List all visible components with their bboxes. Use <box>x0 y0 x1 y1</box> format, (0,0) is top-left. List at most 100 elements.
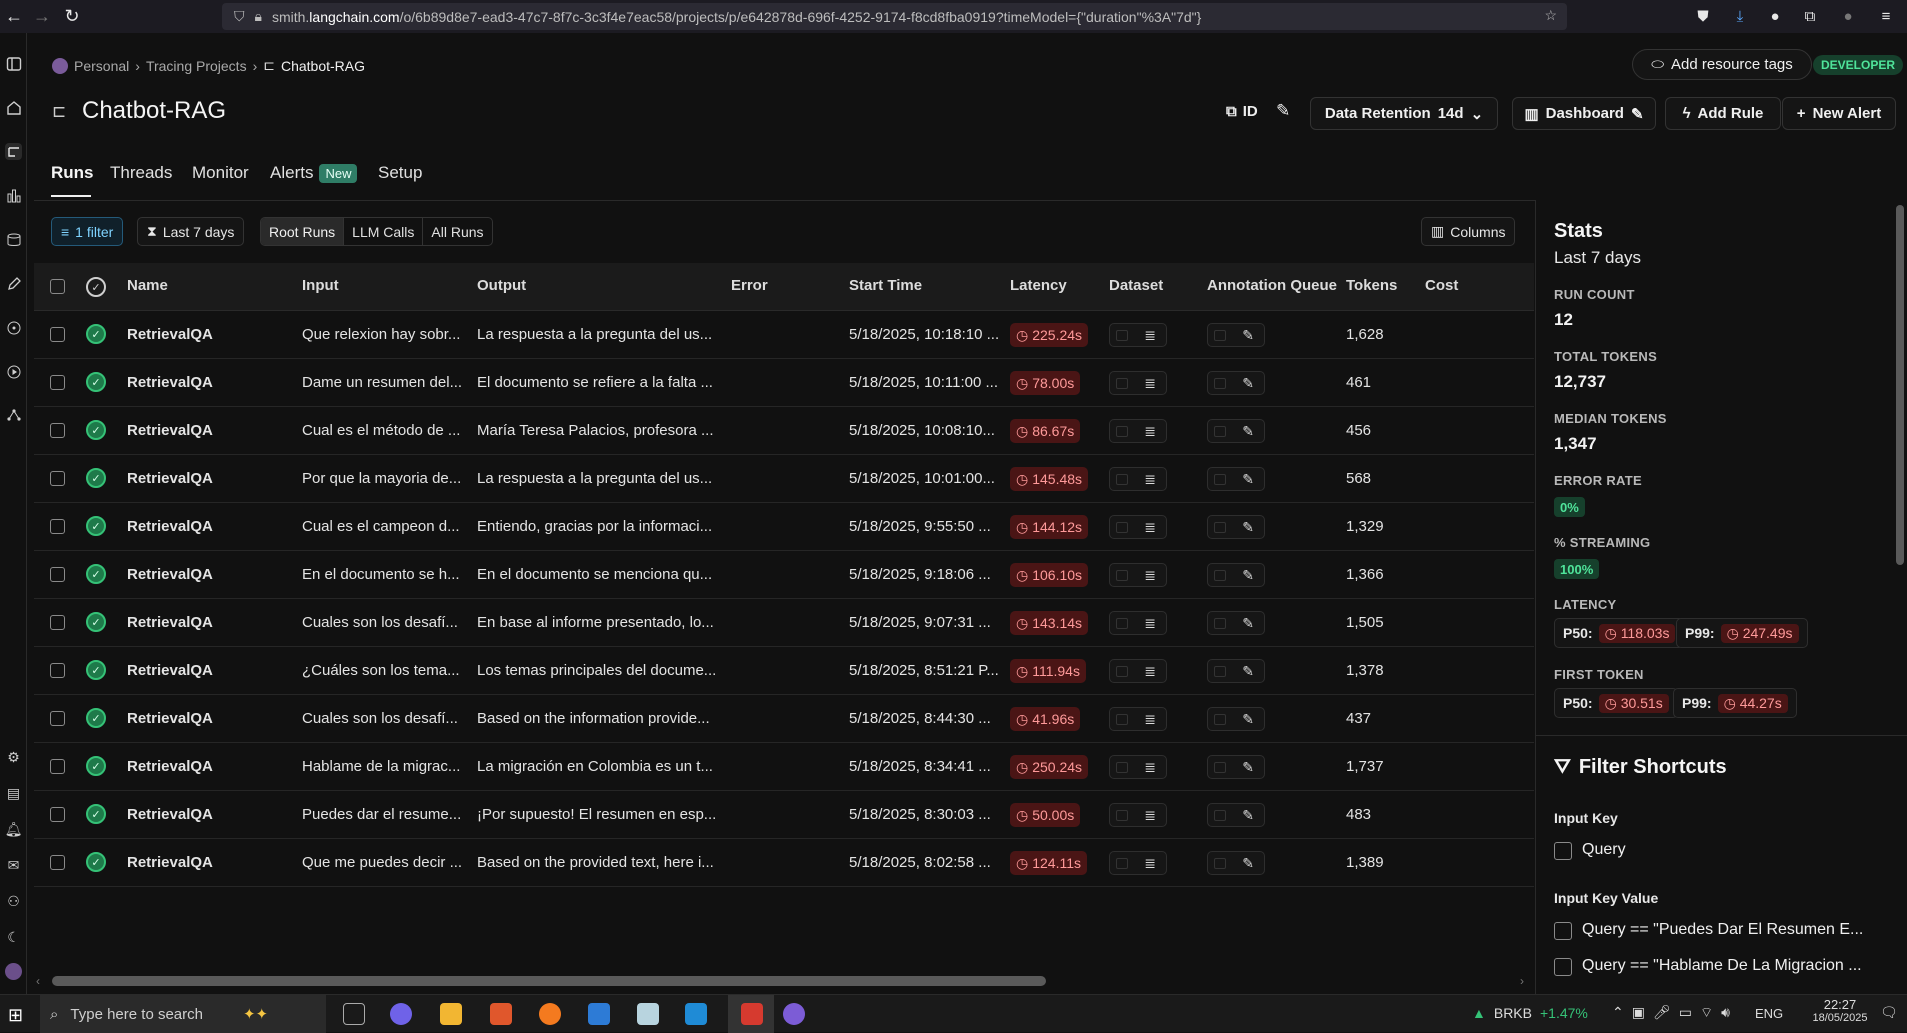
run-input[interactable]: Cuales son los desafí... <box>302 710 458 727</box>
pocket-icon[interactable]: ⛊ <box>1693 6 1713 26</box>
run-output[interactable]: La respuesta a la pregunta del us... <box>477 326 712 343</box>
notifications-icon[interactable]: 🗨︎ <box>1880 1004 1898 1021</box>
table-row[interactable]: ✓ RetrievalQA Dame un resumen del... El … <box>34 359 1534 407</box>
add-to-dataset-button[interactable]: ≣ <box>1109 419 1167 443</box>
header-output[interactable]: Output <box>477 277 526 294</box>
scroll-left-icon[interactable]: ‹ <box>36 974 40 988</box>
header-annotation-queue[interactable]: Annotation Queue <box>1207 277 1337 294</box>
table-row[interactable]: ✓ RetrievalQA Cuales son los desafí... E… <box>34 599 1534 647</box>
run-start-time[interactable]: 5/18/2025, 8:02:58 ... <box>849 854 991 871</box>
add-to-dataset-button[interactable]: ≣ <box>1109 803 1167 827</box>
run-start-time[interactable]: 5/18/2025, 9:18:06 ... <box>849 566 991 583</box>
run-input[interactable]: En el documento se h... <box>302 566 460 583</box>
run-output[interactable]: El documento se refiere a la falta ... <box>477 374 713 391</box>
avatar[interactable] <box>5 963 22 980</box>
run-name[interactable]: RetrievalQA <box>127 758 213 775</box>
home-icon[interactable] <box>5 99 22 116</box>
row-checkbox[interactable] <box>50 663 65 678</box>
add-to-annotation-queue-button[interactable]: ✎ <box>1207 563 1265 587</box>
breadcrumb-personal[interactable]: Personal <box>74 58 129 74</box>
clock[interactable]: 22:27 18/05/2025 <box>1800 997 1880 1024</box>
select-all-checkbox[interactable] <box>50 279 65 294</box>
back-arrow-icon[interactable]: ← <box>0 2 28 30</box>
header-latency[interactable]: Latency <box>1010 277 1067 294</box>
data-retention-dropdown[interactable]: Data Retention 14d ⌄ <box>1310 97 1498 130</box>
vscode-icon[interactable] <box>685 1003 707 1025</box>
run-start-time[interactable]: 5/18/2025, 9:07:31 ... <box>849 614 991 631</box>
table-row[interactable]: ✓ RetrievalQA ¿Cuáles son los tema... Lo… <box>34 647 1534 695</box>
run-start-time[interactable]: 5/18/2025, 8:34:41 ... <box>849 758 991 775</box>
value2-checkbox[interactable] <box>1554 958 1572 976</box>
tab-threads[interactable]: Threads <box>110 163 172 183</box>
add-resource-tags-button[interactable]: ⬭ Add resource tags <box>1632 49 1812 80</box>
scroll-right-icon[interactable]: › <box>1520 974 1524 988</box>
tab-monitor[interactable]: Monitor <box>192 163 249 183</box>
run-name[interactable]: RetrievalQA <box>127 854 213 871</box>
docs-icon[interactable]: ▤ <box>5 785 22 802</box>
extension-2-icon[interactable]: ● <box>1838 6 1858 26</box>
header-error[interactable]: Error <box>731 277 768 294</box>
download-icon[interactable]: ⤓ <box>1730 6 1750 26</box>
run-start-time[interactable]: 5/18/2025, 10:18:10 ... <box>849 326 999 343</box>
add-to-annotation-queue-button[interactable]: ✎ <box>1207 371 1265 395</box>
header-tokens[interactable]: Tokens <box>1346 277 1397 294</box>
run-output[interactable]: En base al informe presentado, lo... <box>477 614 714 631</box>
root-runs-toggle[interactable]: Root Runs <box>261 218 344 245</box>
header-start-time[interactable]: Start Time <box>849 277 922 294</box>
firefox-icon[interactable] <box>539 1003 561 1025</box>
new-alert-button[interactable]: + New Alert <box>1782 97 1896 130</box>
run-input[interactable]: Dame un resumen del... <box>302 374 462 391</box>
extension-1-icon[interactable]: ● <box>1765 6 1785 26</box>
run-input[interactable]: Puedes dar el resume... <box>302 806 461 823</box>
run-input[interactable]: Cuales son los desafí... <box>302 614 458 631</box>
value2-option[interactable]: Query == "Hablame De La Migracion ... <box>1582 957 1862 975</box>
row-checkbox[interactable] <box>50 711 65 726</box>
add-to-annotation-queue-button[interactable]: ✎ <box>1207 419 1265 443</box>
reload-icon[interactable]: ↻ <box>58 2 86 30</box>
time-range-button[interactable]: ⧗ Last 7 days <box>137 217 245 246</box>
discord-icon[interactable] <box>783 1003 805 1025</box>
prompts-icon[interactable] <box>5 319 22 336</box>
add-to-dataset-button[interactable]: ≣ <box>1109 323 1167 347</box>
row-checkbox[interactable] <box>50 327 65 342</box>
run-input[interactable]: Que me puedes decir ... <box>302 854 462 871</box>
language-indicator[interactable]: ENG <box>1755 1006 1783 1021</box>
add-to-annotation-queue-button[interactable]: ✎ <box>1207 803 1265 827</box>
tab-runs[interactable]: Runs <box>51 163 94 183</box>
app-icon[interactable] <box>588 1003 610 1025</box>
header-input[interactable]: Input <box>302 277 339 294</box>
table-row[interactable]: ✓ RetrievalQA Por que la mayoria de... L… <box>34 455 1534 503</box>
file-explorer-icon[interactable] <box>440 1003 462 1025</box>
row-checkbox[interactable] <box>50 615 65 630</box>
run-input[interactable]: Hablame de la migrac... <box>302 758 460 775</box>
run-output[interactable]: Based on the information provide... <box>477 710 710 727</box>
dashboard-button[interactable]: ▥ Dashboard ✎ <box>1512 97 1656 130</box>
forward-arrow-icon[interactable]: → <box>28 2 56 30</box>
add-rule-button[interactable]: ϟ Add Rule <box>1665 97 1781 130</box>
system-tray-icons[interactable]: ⌃▣🎤︎▭⌔🔊︎ <box>1612 1004 1738 1022</box>
run-input[interactable]: Cual es el método de ... <box>302 422 460 439</box>
llm-calls-toggle[interactable]: LLM Calls <box>343 218 422 245</box>
stats-scrollbar[interactable] <box>1896 205 1904 565</box>
run-start-time[interactable]: 5/18/2025, 10:08:10... <box>849 422 995 439</box>
run-output[interactable]: María Teresa Palacios, profesora ... <box>477 422 714 439</box>
value1-option[interactable]: Query == "Puedes Dar El Resumen E... <box>1582 921 1863 939</box>
run-name[interactable]: RetrievalQA <box>127 326 213 343</box>
brave-browser-icon[interactable] <box>490 1003 512 1025</box>
columns-button[interactable]: ▥ Columns <box>1421 217 1516 246</box>
run-start-time[interactable]: 5/18/2025, 10:11:00 ... <box>849 374 998 391</box>
datasets-icon[interactable] <box>5 231 22 248</box>
add-to-dataset-button[interactable]: ≣ <box>1109 515 1167 539</box>
run-name[interactable]: RetrievalQA <box>127 374 213 391</box>
header-name[interactable]: Name <box>127 277 168 294</box>
query-option[interactable]: Query <box>1582 841 1626 859</box>
extensions-icon[interactable]: ⧉ <box>1800 6 1820 26</box>
bookmark-star-icon[interactable]: ☆ <box>1544 7 1557 24</box>
table-row[interactable]: ✓ RetrievalQA En el documento se h... En… <box>34 551 1534 599</box>
active-app-icon[interactable] <box>741 1003 763 1025</box>
annotation-icon[interactable] <box>5 275 22 292</box>
header-dataset[interactable]: Dataset <box>1109 277 1163 294</box>
users-icon[interactable]: ⚇ <box>5 893 22 910</box>
run-output[interactable]: La respuesta a la pregunta del us... <box>477 470 712 487</box>
mail-icon[interactable]: ✉ <box>5 857 22 874</box>
